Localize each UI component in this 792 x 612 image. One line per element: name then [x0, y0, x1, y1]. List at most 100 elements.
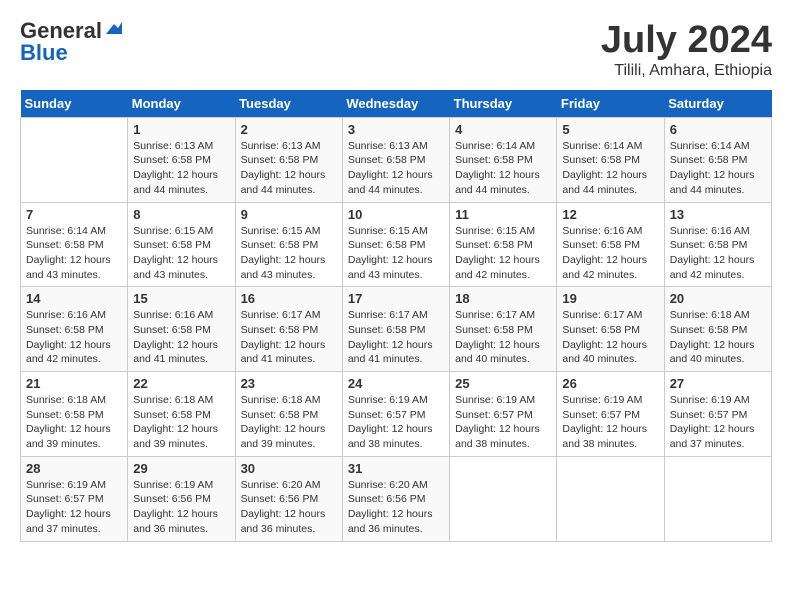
day-info: Sunrise: 6:16 AMSunset: 6:58 PMDaylight:… [562, 224, 658, 283]
day-number: 20 [670, 291, 766, 306]
calendar-cell: 19 Sunrise: 6:17 AMSunset: 6:58 PMDayligh… [557, 287, 664, 372]
calendar-week-row: 28 Sunrise: 6:19 AMSunset: 6:57 PMDayligh… [21, 456, 772, 541]
day-info: Sunrise: 6:18 AMSunset: 6:58 PMDaylight:… [670, 308, 766, 367]
calendar-cell: 8 Sunrise: 6:15 AMSunset: 6:58 PMDaylight… [128, 202, 235, 287]
day-info: Sunrise: 6:15 AMSunset: 6:58 PMDaylight:… [348, 224, 444, 283]
calendar-cell [664, 456, 771, 541]
day-number: 14 [26, 291, 122, 306]
calendar-cell: 3Sunrise: 6:13 AMSunset: 6:58 PMDaylight… [342, 117, 449, 202]
calendar-cell: 9Sunrise: 6:15 AMSunset: 6:58 PMDaylight… [235, 202, 342, 287]
calendar-cell: 14 Sunrise: 6:16 AMSunset: 6:58 PMDayligh… [21, 287, 128, 372]
day-info: Sunrise: 6:18 AMSunset: 6:58 PMDaylight:… [241, 393, 337, 452]
day-number: 15 [133, 291, 229, 306]
calendar-cell: 17Sunrise: 6:17 AMSunset: 6:58 PMDayligh… [342, 287, 449, 372]
calendar-cell: 21 Sunrise: 6:18 AMSunset: 6:58 PMDayligh… [21, 372, 128, 457]
calendar-cell: 22 Sunrise: 6:18 AMSunset: 6:58 PMDayligh… [128, 372, 235, 457]
weekday-header-cell: Friday [557, 90, 664, 118]
day-info: Sunrise: 6:17 AMSunset: 6:58 PMDaylight:… [348, 308, 444, 367]
day-number: 1 [133, 122, 229, 137]
weekday-header-cell: Tuesday [235, 90, 342, 118]
day-info: Sunrise: 6:20 AMSunset: 6:56 PMDaylight:… [348, 478, 444, 537]
calendar-table: SundayMondayTuesdayWednesdayThursdayFrid… [20, 90, 772, 542]
calendar-cell [557, 456, 664, 541]
day-info: Sunrise: 6:19 AMSunset: 6:57 PMDaylight:… [348, 393, 444, 452]
calendar-week-row: 14 Sunrise: 6:16 AMSunset: 6:58 PMDayligh… [21, 287, 772, 372]
day-number: 6 [670, 122, 766, 137]
day-number: 9 [241, 207, 337, 222]
day-info: Sunrise: 6:18 AMSunset: 6:58 PMDaylight:… [133, 393, 229, 452]
day-info: Sunrise: 6:20 AMSunset: 6:56 PMDaylight:… [241, 478, 337, 537]
calendar-cell: 4Sunrise: 6:14 AMSunset: 6:58 PMDaylight… [450, 117, 557, 202]
calendar-cell: 24 Sunrise: 6:19 AMSunset: 6:57 PMDayligh… [342, 372, 449, 457]
day-number: 8 [133, 207, 229, 222]
day-number: 27 [670, 376, 766, 391]
day-number: 28 [26, 461, 122, 476]
day-number: 2 [241, 122, 337, 137]
calendar-week-row: 1 Sunrise: 6:13 AMSunset: 6:58 PMDaylight… [21, 117, 772, 202]
calendar-cell: 23 Sunrise: 6:18 AMSunset: 6:58 PMDayligh… [235, 372, 342, 457]
day-number: 23 [241, 376, 337, 391]
calendar-cell: 2 Sunrise: 6:13 AMSunset: 6:58 PMDaylight… [235, 117, 342, 202]
calendar-week-row: 21 Sunrise: 6:18 AMSunset: 6:58 PMDayligh… [21, 372, 772, 457]
day-number: 11 [455, 207, 551, 222]
day-info: Sunrise: 6:14 AMSunset: 6:58 PMDaylight:… [562, 139, 658, 198]
day-number: 22 [133, 376, 229, 391]
day-info: Sunrise: 6:17 AMSunset: 6:58 PMDaylight:… [455, 308, 551, 367]
day-info: Sunrise: 6:14 AMSunset: 6:58 PMDaylight:… [455, 139, 551, 198]
day-info: Sunrise: 6:19 AMSunset: 6:57 PMDaylight:… [670, 393, 766, 452]
day-info: Sunrise: 6:19 AMSunset: 6:57 PMDaylight:… [562, 393, 658, 452]
day-info: Sunrise: 6:15 AMSunset: 6:58 PMDaylight:… [133, 224, 229, 283]
calendar-cell: 12Sunrise: 6:16 AMSunset: 6:58 PMDayligh… [557, 202, 664, 287]
day-number: 7 [26, 207, 122, 222]
logo-general-text: General [20, 20, 102, 42]
day-number: 26 [562, 376, 658, 391]
calendar-week-row: 7 Sunrise: 6:14 AMSunset: 6:58 PMDaylight… [21, 202, 772, 287]
weekday-header-cell: Monday [128, 90, 235, 118]
calendar-body: 1 Sunrise: 6:13 AMSunset: 6:58 PMDaylight… [21, 117, 772, 541]
day-number: 18 [455, 291, 551, 306]
page-header: General Blue July 2024 Tilili, Amhara, E… [20, 20, 772, 80]
day-info: Sunrise: 6:17 AMSunset: 6:58 PMDaylight:… [562, 308, 658, 367]
calendar-cell [21, 117, 128, 202]
day-info: Sunrise: 6:18 AMSunset: 6:58 PMDaylight:… [26, 393, 122, 452]
calendar-cell: 7 Sunrise: 6:14 AMSunset: 6:58 PMDaylight… [21, 202, 128, 287]
weekday-header-row: SundayMondayTuesdayWednesdayThursdayFrid… [21, 90, 772, 118]
day-number: 5 [562, 122, 658, 137]
calendar-cell: 18 Sunrise: 6:17 AMSunset: 6:58 PMDayligh… [450, 287, 557, 372]
day-number: 21 [26, 376, 122, 391]
day-info: Sunrise: 6:13 AMSunset: 6:58 PMDaylight:… [348, 139, 444, 198]
calendar-cell: 11Sunrise: 6:15 AMSunset: 6:58 PMDayligh… [450, 202, 557, 287]
day-number: 13 [670, 207, 766, 222]
day-info: Sunrise: 6:16 AMSunset: 6:58 PMDaylight:… [26, 308, 122, 367]
day-info: Sunrise: 6:13 AMSunset: 6:58 PMDaylight:… [241, 139, 337, 198]
calendar-cell: 25Sunrise: 6:19 AMSunset: 6:57 PMDayligh… [450, 372, 557, 457]
day-number: 30 [241, 461, 337, 476]
weekday-header-cell: Wednesday [342, 90, 449, 118]
day-info: Sunrise: 6:14 AMSunset: 6:58 PMDaylight:… [26, 224, 122, 283]
title-block: July 2024 Tilili, Amhara, Ethiopia [601, 20, 772, 80]
calendar-cell: 5 Sunrise: 6:14 AMSunset: 6:58 PMDaylight… [557, 117, 664, 202]
calendar-cell: 10 Sunrise: 6:15 AMSunset: 6:58 PMDayligh… [342, 202, 449, 287]
calendar-cell: 16Sunrise: 6:17 AMSunset: 6:58 PMDayligh… [235, 287, 342, 372]
day-number: 10 [348, 207, 444, 222]
weekday-header-cell: Sunday [21, 90, 128, 118]
calendar-cell: 20 Sunrise: 6:18 AMSunset: 6:58 PMDayligh… [664, 287, 771, 372]
calendar-cell: 31 Sunrise: 6:20 AMSunset: 6:56 PMDayligh… [342, 456, 449, 541]
calendar-cell [450, 456, 557, 541]
logo-blue-text: Blue [20, 42, 68, 64]
day-info: Sunrise: 6:13 AMSunset: 6:58 PMDaylight:… [133, 139, 229, 198]
weekday-header-cell: Saturday [664, 90, 771, 118]
calendar-cell: 28 Sunrise: 6:19 AMSunset: 6:57 PMDayligh… [21, 456, 128, 541]
day-info: Sunrise: 6:19 AMSunset: 6:57 PMDaylight:… [26, 478, 122, 537]
calendar-cell: 27 Sunrise: 6:19 AMSunset: 6:57 PMDayligh… [664, 372, 771, 457]
day-info: Sunrise: 6:19 AMSunset: 6:56 PMDaylight:… [133, 478, 229, 537]
logo-bird-icon [104, 20, 122, 38]
calendar-cell: 15Sunrise: 6:16 AMSunset: 6:58 PMDayligh… [128, 287, 235, 372]
day-number: 29 [133, 461, 229, 476]
calendar-cell: 1 Sunrise: 6:13 AMSunset: 6:58 PMDaylight… [128, 117, 235, 202]
day-number: 24 [348, 376, 444, 391]
day-number: 31 [348, 461, 444, 476]
day-number: 19 [562, 291, 658, 306]
day-info: Sunrise: 6:14 AMSunset: 6:58 PMDaylight:… [670, 139, 766, 198]
month-title: July 2024 [601, 20, 772, 62]
